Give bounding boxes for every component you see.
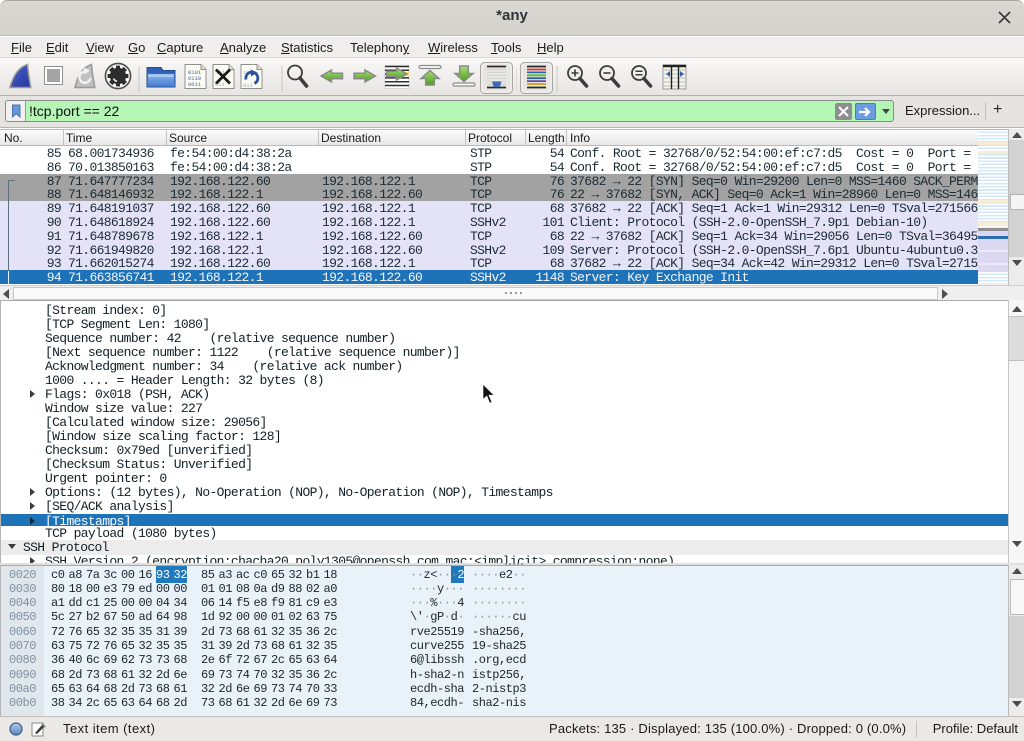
svg-text:0011: 0011 (188, 81, 202, 88)
svg-text:011: 011 (243, 82, 254, 89)
